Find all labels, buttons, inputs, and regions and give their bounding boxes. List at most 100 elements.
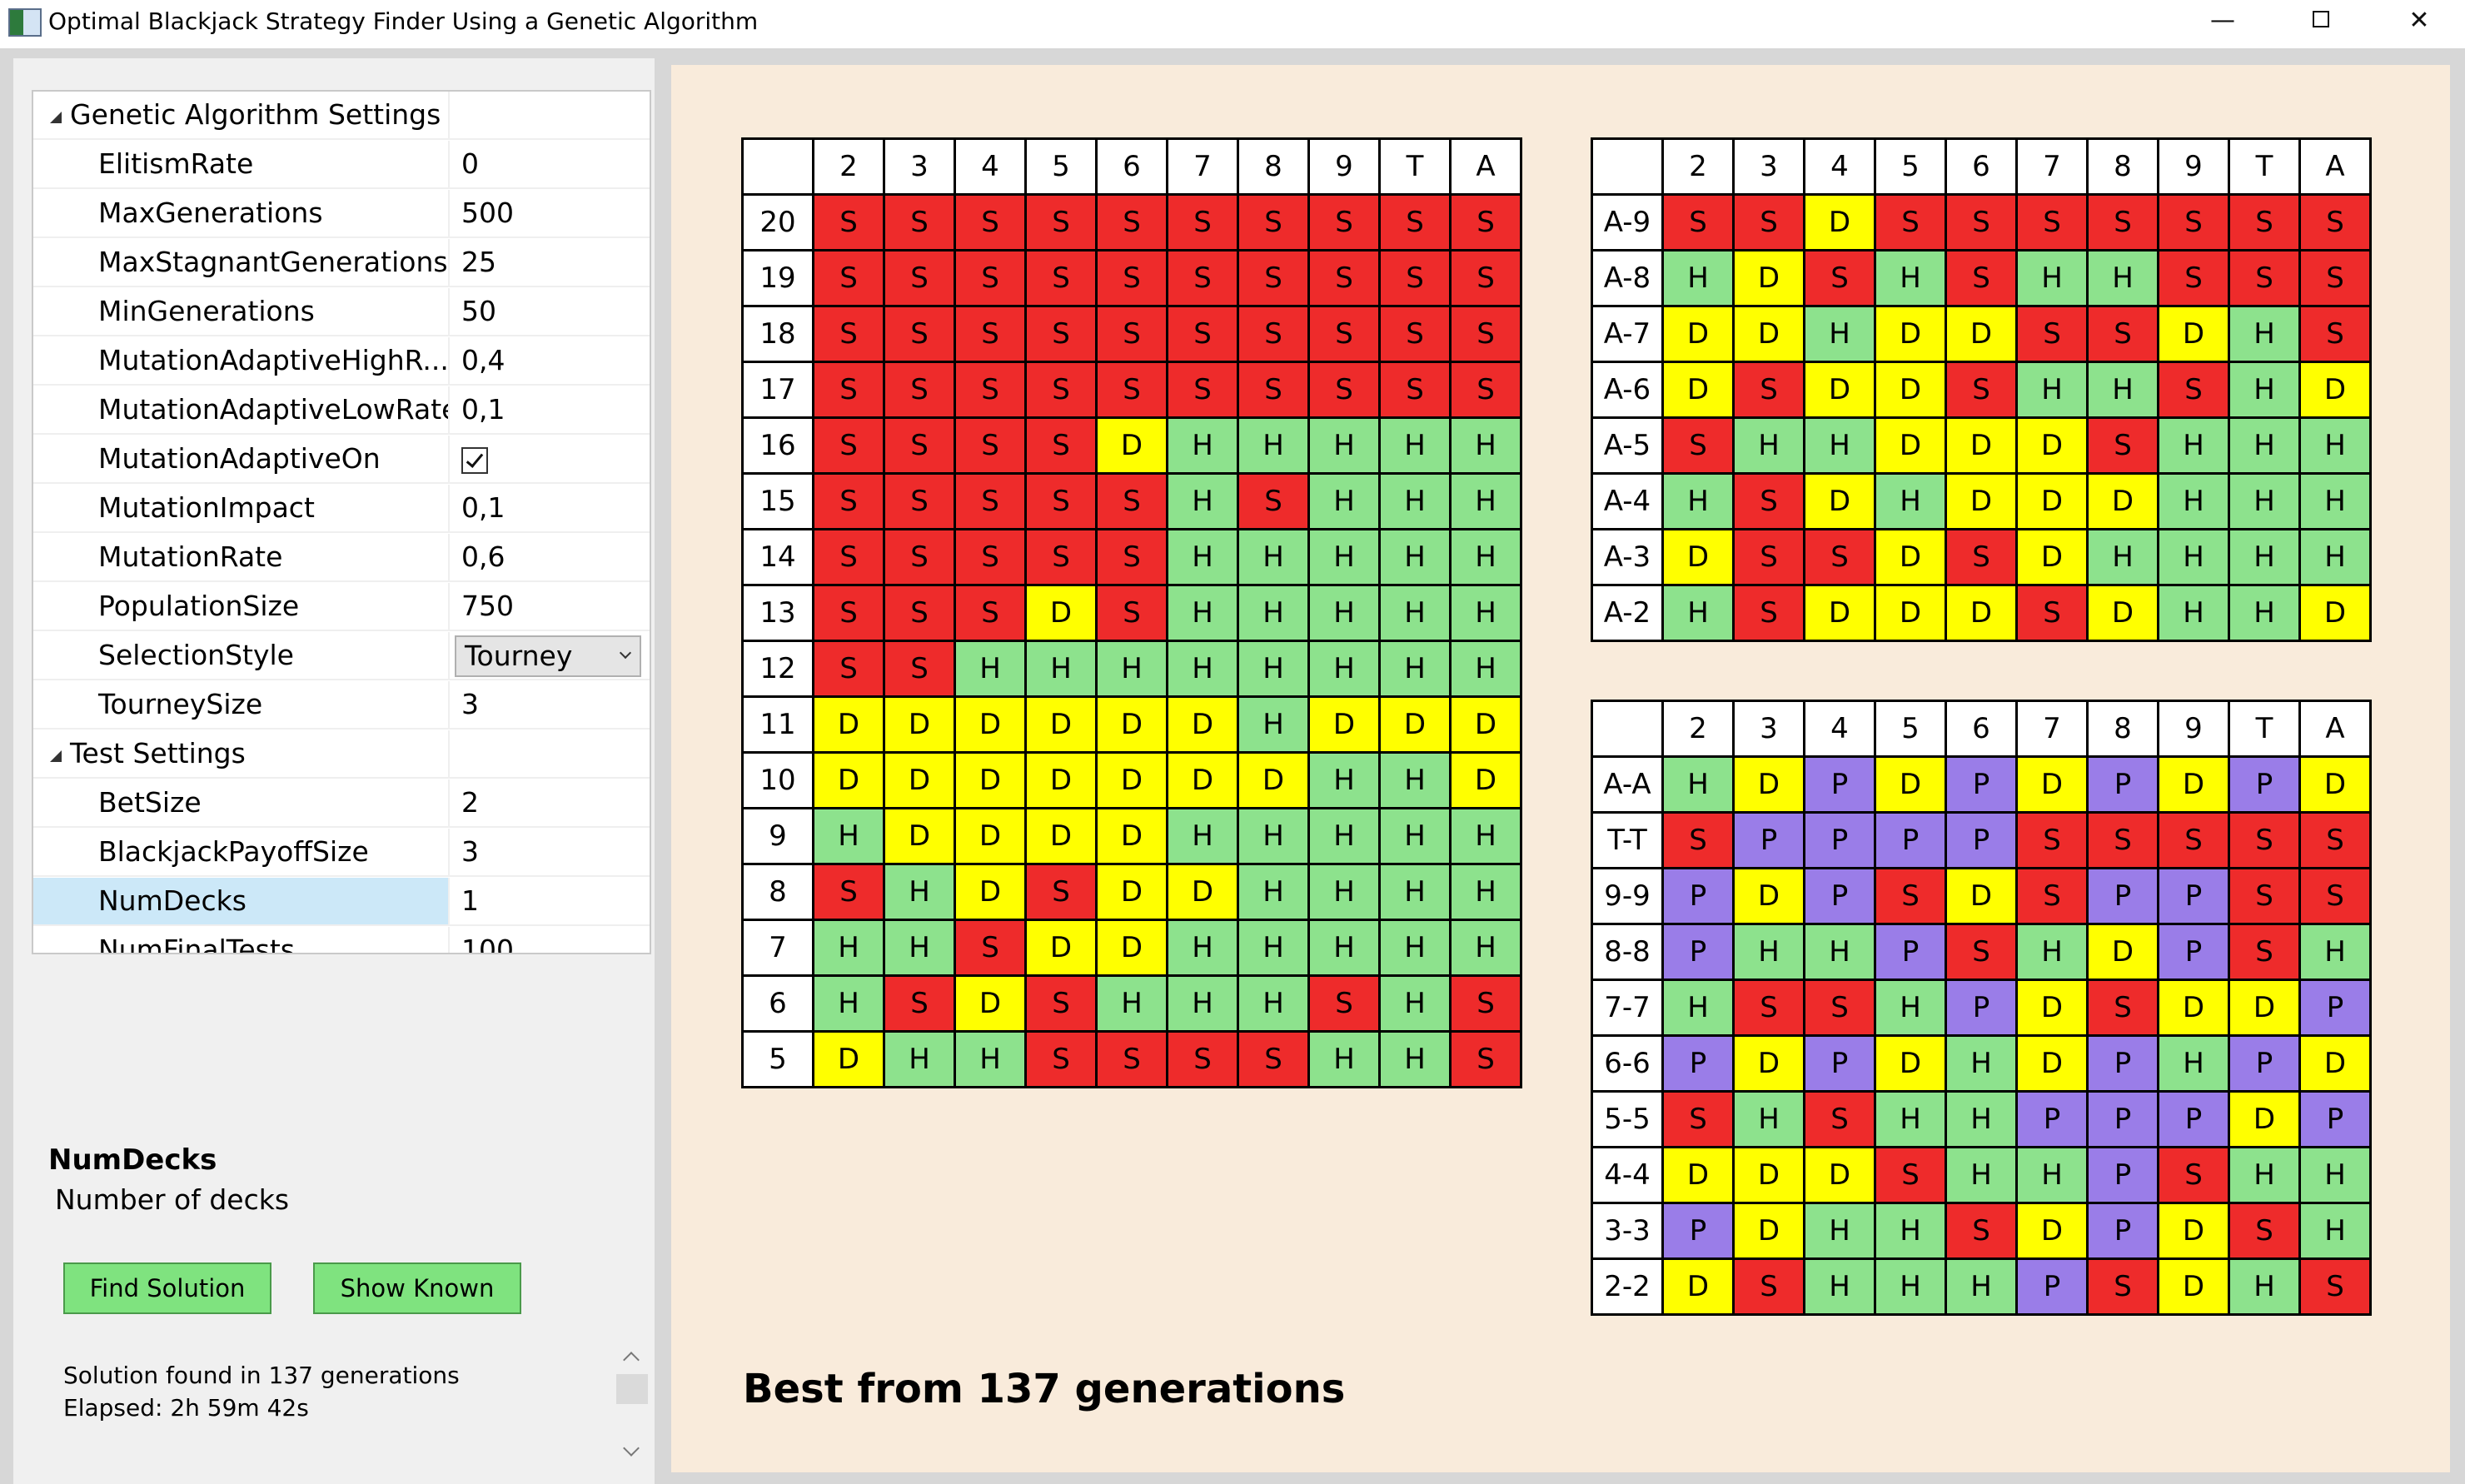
log-scrollbar[interactable] — [613, 1337, 651, 1474]
strategy-cell: S — [883, 528, 956, 586]
strategy-cell: P — [1945, 811, 2018, 869]
property-row-mutationadaptivehighr[interactable]: MutationAdaptiveHighR... 0,4 — [33, 337, 650, 386]
property-value[interactable]: 25 — [451, 239, 650, 286]
strategy-cell: P — [1803, 811, 1876, 869]
property-row-tourneysize[interactable]: TourneySize 3 — [33, 681, 650, 730]
strategy-cell: D — [2015, 528, 2089, 586]
strategy-cell: H — [1661, 755, 1735, 814]
player-hand-label: 7 — [741, 919, 814, 977]
checkbox[interactable] — [461, 447, 488, 474]
strategy-cell: S — [1661, 193, 1735, 251]
find-solution-button[interactable]: Find Solution — [63, 1262, 271, 1314]
strategy-cell: D — [2086, 923, 2159, 981]
property-row-mutationadaptiveon[interactable]: MutationAdaptiveOn — [33, 436, 650, 484]
strategy-cell: S — [2298, 811, 2372, 869]
property-row-numfinaltests[interactable]: NumFinalTests 100 — [33, 927, 650, 953]
strategy-cell: H — [1095, 974, 1168, 1033]
strategy-cell: H — [1661, 979, 1735, 1037]
strategy-row: T-T S P P P P S S S S S — [1591, 811, 2372, 869]
strategy-cell: H — [2298, 416, 2372, 475]
strategy-cell: S — [883, 472, 956, 530]
selection-style-dropdown[interactable]: Tourney — [455, 635, 641, 677]
property-select-cell[interactable]: Tourney — [451, 632, 650, 679]
property-row-betsize[interactable]: BetSize 2 — [33, 779, 650, 828]
strategy-cell: P — [2086, 755, 2159, 814]
property-value[interactable]: 2 — [451, 779, 650, 826]
property-name[interactable]: MutationRate — [33, 534, 450, 580]
scroll-down-icon[interactable] — [623, 1440, 640, 1457]
property-name[interactable]: NumDecks — [33, 878, 450, 924]
property-grid[interactable]: Genetic Algorithm Settings ElitismRate 0 Ma… — [32, 90, 651, 954]
property-name[interactable]: ElitismRate — [33, 141, 450, 187]
property-value[interactable]: 50 — [451, 288, 650, 335]
property-checkbox-cell[interactable] — [451, 436, 650, 482]
maximize-button[interactable] — [2272, 0, 2370, 43]
property-name[interactable]: MutationImpact — [33, 485, 450, 531]
property-name[interactable]: MutationAdaptiveHighR... — [33, 337, 450, 384]
player-hand-label: 15 — [741, 472, 814, 530]
player-hand-label: 11 — [741, 695, 814, 754]
scroll-up-icon[interactable] — [623, 1352, 640, 1368]
property-name[interactable]: BetSize — [33, 779, 450, 826]
property-row-mutationimpact[interactable]: MutationImpact 0,1 — [33, 485, 650, 533]
show-known-button[interactable]: Show Known — [313, 1262, 521, 1314]
strategy-cell: P — [1874, 923, 1947, 981]
property-row-mutationrate[interactable]: MutationRate 0,6 — [33, 534, 650, 582]
property-value[interactable]: 0,1 — [451, 485, 650, 531]
property-value[interactable]: 0,1 — [451, 386, 650, 433]
property-value[interactable]: 100 — [451, 927, 650, 953]
chevron-down-icon[interactable] — [619, 646, 632, 660]
strategy-cell: S — [1874, 1146, 1947, 1204]
property-row-selectionstyle[interactable]: SelectionStyle Tourney — [33, 632, 650, 680]
strategy-cell: D — [954, 974, 1027, 1033]
property-name[interactable]: MutationAdaptiveOn — [33, 436, 450, 482]
strategy-cell: D — [1732, 867, 1805, 925]
property-value[interactable]: 3 — [451, 829, 650, 875]
property-category[interactable]: Genetic Algorithm Settings — [33, 92, 650, 140]
property-name[interactable]: PopulationSize — [33, 583, 450, 630]
property-row-populationsize[interactable]: PopulationSize 750 — [33, 583, 650, 631]
property-value[interactable]: 750 — [451, 583, 650, 630]
dealer-card-header: T — [1378, 137, 1452, 196]
strategy-cell: D — [1945, 305, 2018, 363]
strategy-cell: S — [2157, 811, 2230, 869]
player-hand-label: 8-8 — [1591, 923, 1664, 981]
property-row-maxgenerations[interactable]: MaxGenerations 500 — [33, 190, 650, 238]
property-name[interactable]: MutationAdaptiveLowRate — [33, 386, 450, 433]
property-row-mutationadaptivelowrate[interactable]: MutationAdaptiveLowRate 0,1 — [33, 386, 650, 435]
strategy-cell: S — [2228, 811, 2301, 869]
strategy-cell: S — [2298, 1257, 2372, 1316]
property-name[interactable]: BlackjackPayoffSize — [33, 829, 450, 875]
dealer-card-header: 5 — [1874, 137, 1947, 196]
property-name[interactable]: NumFinalTests — [33, 927, 450, 953]
property-value[interactable]: 0 — [451, 141, 650, 187]
property-row-numdecks[interactable]: NumDecks 1 — [33, 878, 650, 926]
property-category[interactable]: Test Settings — [33, 730, 650, 779]
property-value[interactable]: 0,4 — [451, 337, 650, 384]
property-name[interactable]: MinGenerations — [33, 288, 450, 335]
property-name[interactable]: MaxStagnantGenerations — [33, 239, 450, 286]
property-row-blackjackpayoffsize[interactable]: BlackjackPayoffSize 3 — [33, 829, 650, 877]
property-name[interactable]: MaxGenerations — [33, 190, 450, 237]
strategy-cell: H — [1449, 640, 1522, 698]
property-row-maxstagnantgenerations[interactable]: MaxStagnantGenerations 25 — [33, 239, 650, 287]
property-row-elitismrate[interactable]: ElitismRate 0 — [33, 141, 650, 189]
property-name[interactable]: SelectionStyle — [33, 632, 450, 679]
dealer-card-header: 5 — [1874, 700, 1947, 758]
minimize-button[interactable]: — — [2174, 0, 2272, 43]
property-value[interactable]: 0,6 — [451, 534, 650, 580]
strategy-cell: S — [1732, 472, 1805, 530]
property-value[interactable]: 1 — [451, 878, 650, 924]
strategy-row: A-4 H S D H D D D H H H — [1591, 472, 2372, 530]
property-row-mingenerations[interactable]: MinGenerations 50 — [33, 288, 650, 336]
close-button[interactable]: ✕ — [2370, 0, 2465, 43]
scroll-thumb[interactable] — [616, 1374, 648, 1404]
strategy-cell: S — [954, 193, 1027, 251]
collapse-triangle-icon[interactable] — [50, 112, 62, 123]
property-value[interactable]: 500 — [451, 190, 650, 237]
property-value[interactable]: 3 — [451, 681, 650, 728]
collapse-triangle-icon[interactable] — [50, 750, 62, 762]
strategy-cell: H — [2015, 249, 2089, 307]
property-name[interactable]: TourneySize — [33, 681, 450, 728]
strategy-cell: P — [2015, 1257, 2089, 1316]
